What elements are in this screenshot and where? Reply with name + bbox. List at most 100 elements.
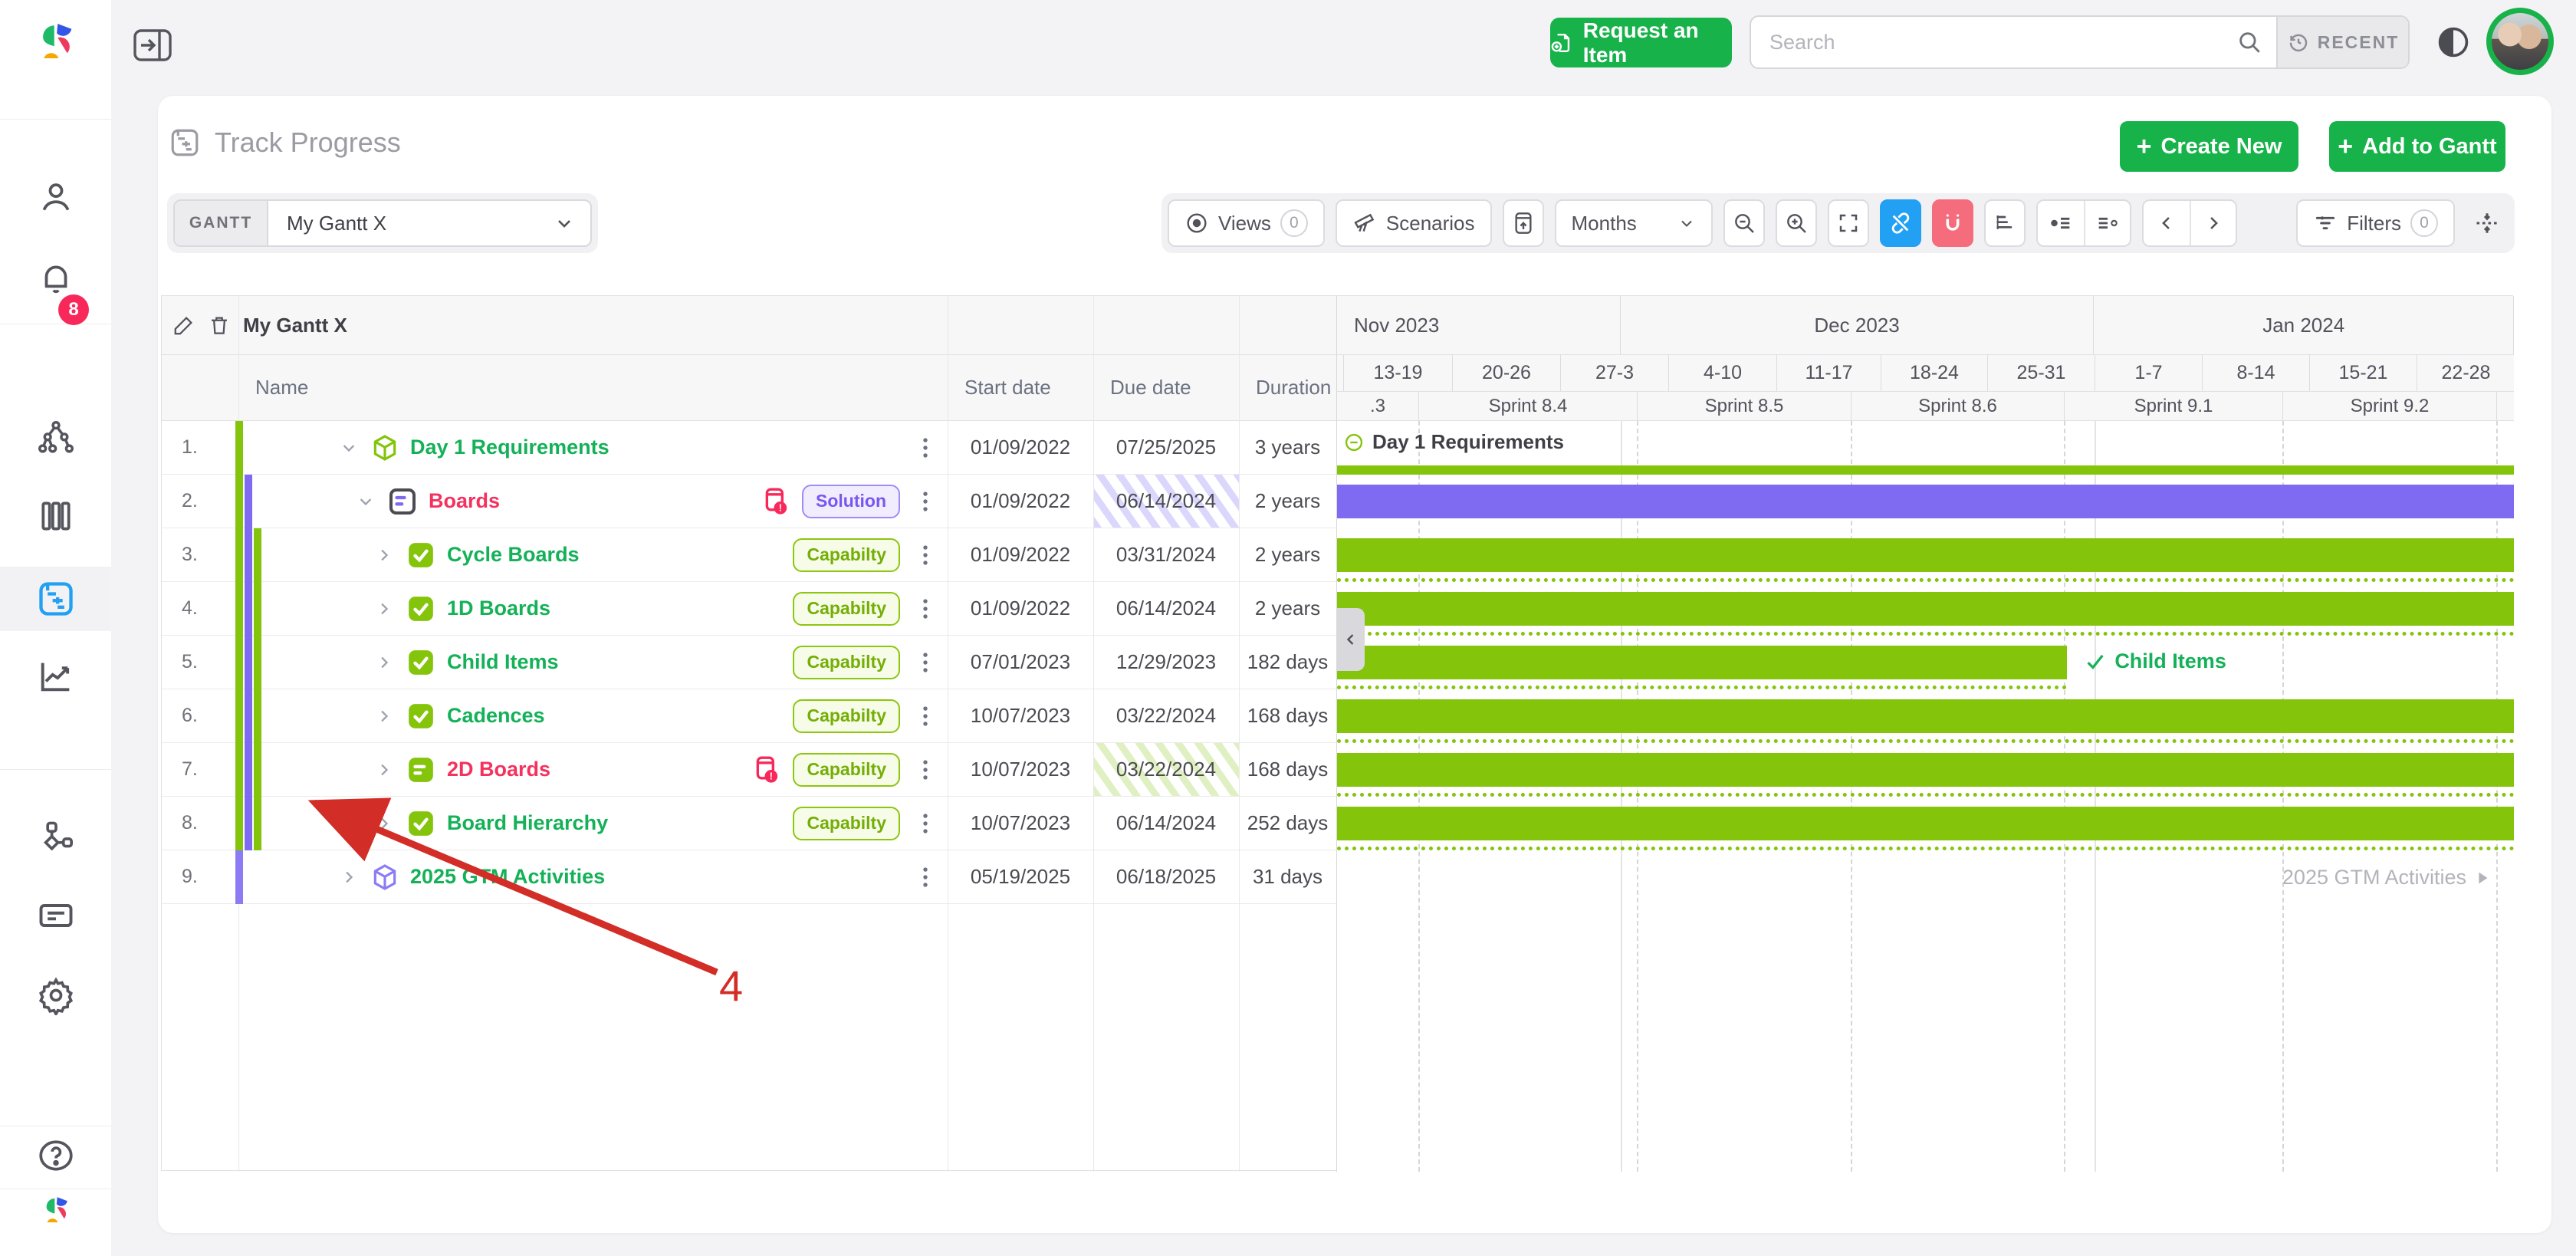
sidebar-item-workflows[interactable] bbox=[0, 819, 111, 859]
col-start-date[interactable]: Start date bbox=[948, 376, 1093, 399]
start-date[interactable]: 10/07/2023 bbox=[948, 743, 1093, 796]
duration[interactable]: 168 days bbox=[1239, 689, 1336, 742]
expand-chevron[interactable] bbox=[338, 437, 360, 459]
item-name[interactable]: 2D Boards bbox=[447, 758, 550, 781]
due-date[interactable]: 12/29/2023 bbox=[1093, 636, 1239, 689]
duration[interactable]: 3 years bbox=[1239, 421, 1336, 474]
search-input[interactable] bbox=[1751, 17, 2236, 67]
task-bar[interactable] bbox=[1337, 646, 2067, 679]
request-item-button[interactable]: Request an Item bbox=[1550, 18, 1732, 67]
start-date[interactable]: 07/01/2023 bbox=[948, 636, 1093, 689]
scenarios-button[interactable]: Scenarios bbox=[1336, 199, 1492, 247]
theme-toggle[interactable] bbox=[2436, 25, 2470, 59]
go-to-today-button[interactable] bbox=[1503, 199, 1544, 247]
row-menu-button[interactable] bbox=[911, 542, 948, 568]
table-row[interactable]: 2. Boards !Solution 01/09/2022 06/14/202… bbox=[162, 475, 1336, 528]
task-bar[interactable] bbox=[1337, 485, 2514, 518]
start-date[interactable]: 01/09/2022 bbox=[948, 475, 1093, 528]
expand-chevron[interactable] bbox=[373, 652, 395, 673]
indent-button[interactable] bbox=[2084, 201, 2130, 245]
expand-chevron[interactable] bbox=[373, 544, 395, 566]
item-name[interactable]: Child Items bbox=[447, 650, 559, 674]
table-row[interactable]: 8. Board Hierarchy Capabilty 10/07/2023 … bbox=[162, 797, 1336, 850]
row-menu-button[interactable] bbox=[911, 435, 948, 461]
due-date[interactable]: 03/31/2024 bbox=[1093, 528, 1239, 581]
expand-chevron[interactable] bbox=[338, 866, 360, 888]
views-button[interactable]: Views 0 bbox=[1168, 199, 1325, 247]
row-menu-button[interactable] bbox=[911, 703, 948, 729]
edit-icon[interactable] bbox=[172, 314, 196, 337]
task-bar[interactable] bbox=[1337, 538, 2514, 572]
sidebar-item-boards[interactable] bbox=[0, 497, 111, 535]
table-row[interactable]: 5. Child Items Capabilty 07/01/2023 12/2… bbox=[162, 636, 1336, 689]
table-row[interactable]: 9. 2025 GTM Activities 05/19/2025 06/18/… bbox=[162, 850, 1336, 904]
item-name[interactable]: Boards bbox=[429, 489, 500, 513]
item-name[interactable]: 2025 GTM Activities bbox=[410, 865, 605, 889]
duration[interactable]: 2 years bbox=[1239, 528, 1336, 581]
start-date[interactable]: 01/09/2022 bbox=[948, 582, 1093, 635]
row-menu-button[interactable] bbox=[911, 810, 948, 837]
fullscreen-button[interactable] bbox=[1828, 199, 1869, 247]
create-new-button[interactable]: + Create New bbox=[2120, 121, 2298, 172]
zoom-in-button[interactable] bbox=[1776, 199, 1817, 247]
duration[interactable]: 252 days bbox=[1239, 797, 1336, 850]
sidebar-item-comments[interactable] bbox=[0, 896, 111, 935]
expand-chevron[interactable] bbox=[355, 491, 376, 512]
magnet-button[interactable] bbox=[1932, 199, 1973, 247]
table-row[interactable]: 7. 2D Boards !Capabilty 10/07/2023 03/22… bbox=[162, 743, 1336, 797]
table-row[interactable]: 4. 1D Boards Capabilty 01/09/2022 06/14/… bbox=[162, 582, 1336, 636]
task-bar[interactable] bbox=[1337, 753, 2514, 787]
summary-bar[interactable] bbox=[1337, 465, 2514, 475]
expand-chevron[interactable] bbox=[373, 759, 395, 781]
table-row[interactable]: 1. Day 1 Requirements 01/09/2022 07/25/2… bbox=[162, 421, 1336, 475]
row-menu-button[interactable] bbox=[911, 596, 948, 622]
duration[interactable]: 168 days bbox=[1239, 743, 1336, 796]
item-name[interactable]: 1D Boards bbox=[447, 597, 550, 620]
expand-chevron[interactable] bbox=[373, 813, 395, 834]
item-name[interactable]: Day 1 Requirements bbox=[410, 436, 610, 459]
trash-icon[interactable] bbox=[208, 314, 231, 337]
row-menu-button[interactable] bbox=[911, 864, 948, 890]
table-row[interactable]: 6. Cadences Capabilty 10/07/2023 03/22/2… bbox=[162, 689, 1336, 743]
due-date[interactable]: 06/14/2024 bbox=[1093, 797, 1239, 850]
start-date[interactable]: 05/19/2025 bbox=[948, 850, 1093, 903]
row-menu-button[interactable] bbox=[911, 757, 948, 783]
sidebar-item-settings[interactable] bbox=[0, 975, 111, 1015]
search-icon[interactable] bbox=[2236, 17, 2276, 67]
collapse-rows-button[interactable] bbox=[2466, 199, 2509, 247]
zoom-level-select[interactable]: Months bbox=[1555, 199, 1713, 247]
col-name[interactable]: Name bbox=[238, 376, 948, 399]
scroll-left-button[interactable] bbox=[2144, 201, 2190, 245]
duration[interactable]: 2 years bbox=[1239, 582, 1336, 635]
start-date[interactable]: 01/09/2022 bbox=[948, 528, 1093, 581]
sidebar-item-hierarchy[interactable] bbox=[0, 419, 111, 459]
gantt-selector[interactable]: GANTT My Gantt X bbox=[173, 199, 592, 247]
expand-panel-button[interactable] bbox=[133, 28, 172, 63]
expand-chevron[interactable] bbox=[373, 705, 395, 727]
sidebar-item-gantt[interactable] bbox=[0, 579, 111, 619]
offscreen-task-label[interactable]: 2025 GTM Activities bbox=[2282, 866, 2491, 889]
start-date[interactable]: 10/07/2023 bbox=[948, 689, 1093, 742]
add-to-gantt-button[interactable]: + Add to Gantt bbox=[2329, 121, 2505, 172]
start-date[interactable]: 10/07/2023 bbox=[948, 797, 1093, 850]
duration[interactable]: 31 days bbox=[1239, 850, 1336, 903]
task-bar[interactable] bbox=[1337, 592, 2514, 626]
task-bar[interactable] bbox=[1337, 807, 2514, 840]
sidebar-item-profile[interactable] bbox=[0, 178, 111, 216]
expand-chevron[interactable] bbox=[373, 598, 395, 620]
col-duration[interactable]: Duration bbox=[1239, 376, 1336, 399]
sidebar-item-help[interactable] bbox=[0, 1136, 111, 1175]
duration[interactable]: 2 years bbox=[1239, 475, 1336, 528]
due-date[interactable]: 06/14/2024 bbox=[1093, 582, 1239, 635]
sidebar-item-notifications[interactable] bbox=[0, 259, 111, 298]
user-avatar[interactable] bbox=[2486, 8, 2554, 75]
item-name[interactable]: Cycle Boards bbox=[447, 543, 580, 567]
col-due-date[interactable]: Due date bbox=[1093, 376, 1239, 399]
row-menu-button[interactable] bbox=[911, 488, 948, 515]
due-date[interactable]: 03/22/2024 bbox=[1093, 743, 1239, 796]
due-date[interactable]: 06/14/2024 bbox=[1093, 475, 1239, 528]
item-name[interactable]: Board Hierarchy bbox=[447, 811, 608, 835]
duration[interactable]: 182 days bbox=[1239, 636, 1336, 689]
table-row[interactable]: 3. Cycle Boards Capabilty 01/09/2022 03/… bbox=[162, 528, 1336, 582]
filters-button[interactable]: Filters 0 bbox=[2296, 199, 2455, 247]
